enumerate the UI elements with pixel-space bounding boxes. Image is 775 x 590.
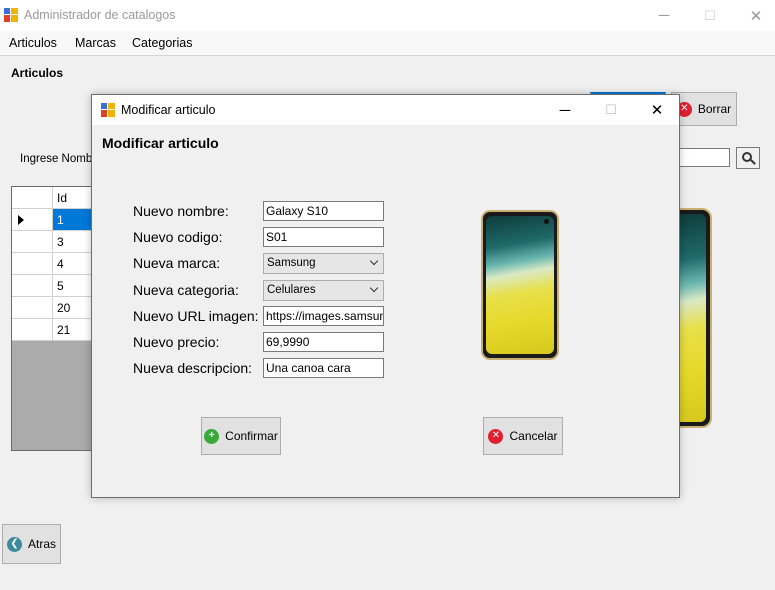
dialog-minimize-button[interactable]: ─ — [542, 95, 588, 125]
back-button[interactable]: ❮ Atras — [2, 524, 61, 564]
table-row[interactable]: 1 — [12, 209, 95, 231]
categoria-select-value: Celulares — [267, 284, 316, 296]
column-header-id[interactable]: Id — [53, 187, 95, 209]
table-row[interactable]: 21 — [12, 319, 95, 341]
back-button-label: Atras — [27, 537, 56, 551]
marca-select[interactable]: Samsung — [263, 253, 384, 274]
cancel-button[interactable]: ✕ Cancelar — [483, 417, 563, 455]
menu-bar: Articulos Marcas Categorias — [0, 31, 775, 56]
modify-article-dialog: Modificar articulo ─ ☐ ✕ Modificar artic… — [91, 94, 680, 498]
row-header[interactable] — [12, 209, 53, 231]
table-row[interactable]: 4 — [12, 253, 95, 275]
table-cell[interactable]: 21 — [53, 319, 95, 341]
app-grid-icon — [101, 103, 115, 117]
article-image-preview — [481, 210, 559, 360]
table-cell[interactable]: 4 — [53, 253, 95, 275]
precio-field[interactable]: 69,9990 — [263, 332, 384, 352]
row-header[interactable] — [12, 253, 53, 275]
menu-item-articulos[interactable]: Articulos — [9, 36, 57, 50]
marca-select-value: Samsung — [267, 257, 316, 269]
table-cell[interactable]: 1 — [53, 209, 95, 231]
section-title: Articulos — [11, 66, 64, 80]
table-row[interactable]: 5 — [12, 275, 95, 297]
table-cell[interactable]: 20 — [53, 297, 95, 319]
table-row[interactable]: 20 — [12, 297, 95, 319]
cancel-button-label: Cancelar — [509, 429, 558, 443]
dialog-titlebar: Modificar articulo ─ ☐ ✕ — [92, 95, 679, 125]
precio-label: Nuevo precio: — [133, 334, 220, 350]
row-header[interactable] — [12, 231, 53, 253]
dialog-maximize-button[interactable]: ☐ — [588, 95, 634, 125]
chevron-down-icon — [369, 256, 379, 266]
confirm-button[interactable]: + Confirmar — [201, 417, 281, 455]
row-header[interactable] — [12, 275, 53, 297]
delete-button[interactable]: ✕ Borrar — [671, 92, 737, 126]
phone-camera — [544, 219, 549, 224]
descripcion-label: Nueva descripcion: — [133, 360, 253, 376]
nombre-label: Nuevo nombre: — [133, 203, 229, 219]
maximize-button[interactable]: ☐ — [687, 0, 733, 31]
phone-screen — [486, 216, 554, 354]
row-header[interactable] — [12, 297, 53, 319]
url-imagen-label: Nuevo URL imagen: — [133, 308, 259, 324]
categoria-select[interactable]: Celulares — [263, 280, 384, 301]
plus-circle-icon: + — [204, 428, 220, 444]
current-row-indicator-icon — [18, 215, 24, 225]
menu-item-categorias[interactable]: Categorias — [132, 36, 192, 50]
minimize-button[interactable]: ─ — [641, 0, 687, 31]
url-imagen-field[interactable]: https://images.samsung — [263, 306, 384, 326]
window-title: Administrador de catalogos — [24, 8, 176, 22]
dialog-title: Modificar articulo — [121, 103, 216, 117]
x-circle-icon: ✕ — [488, 428, 504, 444]
search-icon — [741, 151, 752, 162]
dialog-close-button[interactable]: ✕ — [634, 95, 680, 125]
table-row[interactable]: 3 — [12, 231, 95, 253]
grid-header-row: Id — [12, 187, 95, 209]
main-titlebar: Administrador de catalogos ─ ☐ ✕ — [0, 0, 775, 31]
chevron-down-icon — [369, 283, 379, 293]
delete-button-label: Borrar — [697, 102, 732, 116]
codigo-field[interactable]: S01 — [263, 227, 384, 247]
articles-grid[interactable]: Id 1 3 4 5 20 21 — [11, 186, 95, 451]
confirm-button-label: Confirmar — [225, 429, 278, 443]
search-input[interactable] — [675, 148, 730, 167]
table-cell[interactable]: 3 — [53, 231, 95, 253]
dialog-heading: Modificar articulo — [102, 135, 219, 151]
categoria-label: Nueva categoria: — [133, 282, 239, 298]
nombre-field[interactable]: Galaxy S10 — [263, 201, 384, 221]
row-header[interactable] — [12, 319, 53, 341]
search-button[interactable] — [736, 147, 760, 169]
grid-corner — [12, 187, 53, 209]
close-button[interactable]: ✕ — [733, 0, 775, 31]
menu-item-marcas[interactable]: Marcas — [75, 36, 116, 50]
marca-label: Nueva marca: — [133, 255, 221, 271]
descripcion-field[interactable]: Una canoa cara — [263, 358, 384, 378]
table-cell[interactable]: 5 — [53, 275, 95, 297]
app-grid-icon — [4, 8, 18, 22]
left-arrow-circle-icon: ❮ — [6, 536, 22, 552]
codigo-label: Nuevo codigo: — [133, 229, 223, 245]
